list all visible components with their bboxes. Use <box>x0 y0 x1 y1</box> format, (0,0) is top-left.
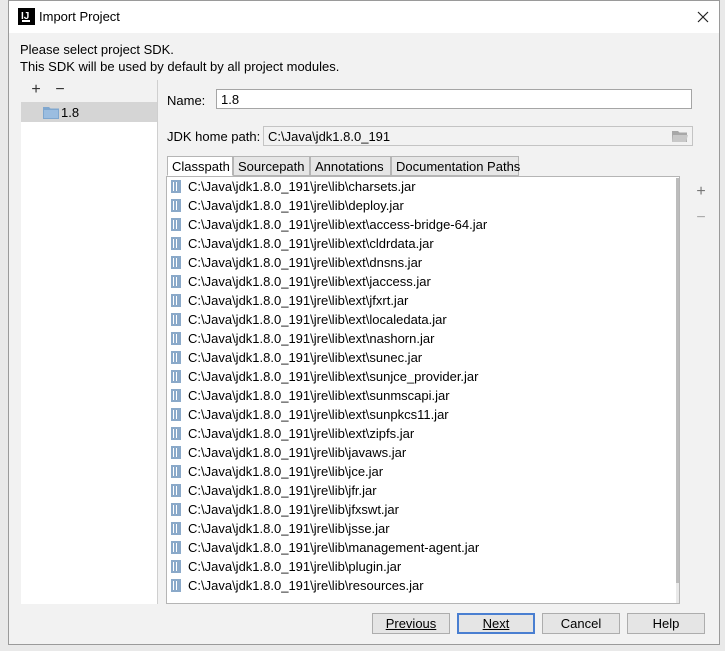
jar-icon <box>171 408 181 421</box>
remove-classpath-button[interactable]: − <box>693 210 709 226</box>
jdk-home-path-label: JDK home path: <box>167 129 261 144</box>
jar-path: C:\Java\jdk1.8.0_191\jre\lib\javaws.jar <box>188 445 407 460</box>
tab-annotations[interactable]: Annotations <box>310 156 391 176</box>
cancel-button[interactable]: Cancel <box>542 613 620 634</box>
jar-path: C:\Java\jdk1.8.0_191\jre\lib\plugin.jar <box>188 559 402 574</box>
jar-path: C:\Java\jdk1.8.0_191\jre\lib\charsets.ja… <box>188 179 416 194</box>
name-label: Name: <box>167 93 206 108</box>
jdk-home-path-value: C:\Java\jdk1.8.0_191 <box>268 129 391 144</box>
previous-button[interactable]: Previous <box>372 613 450 634</box>
jar-path: C:\Java\jdk1.8.0_191\jre\lib\deploy.jar <box>188 198 404 213</box>
tab-documentation-paths[interactable]: Documentation Paths <box>391 156 520 176</box>
jar-icon <box>171 351 181 364</box>
sdk-name-input[interactable] <box>216 89 692 109</box>
jar-path: C:\Java\jdk1.8.0_191\jre\lib\jfr.jar <box>188 483 377 498</box>
jar-icon <box>171 332 181 345</box>
sdk-item-label: 1.8 <box>61 105 80 120</box>
sdk-list-panel: + − 1.8 <box>21 80 158 604</box>
sdk-details-panel: Name: JDK home path: C:\Java\jdk1.8.0_19… <box>157 80 719 604</box>
classpath-scrollbar[interactable] <box>676 178 679 603</box>
jar-path: C:\Java\jdk1.8.0_191\jre\lib\ext\nashorn… <box>188 331 435 346</box>
jar-path: C:\Java\jdk1.8.0_191\jre\lib\ext\zipfs.j… <box>188 426 415 441</box>
instruction-line-2: This SDK will be used by default by all … <box>20 59 340 74</box>
sdk-instructions: Please select project SDK. This SDK will… <box>20 41 339 75</box>
jar-icon <box>171 522 181 535</box>
add-classpath-button[interactable]: + <box>693 184 709 200</box>
jar-icon <box>171 294 181 307</box>
jar-icon <box>171 503 181 516</box>
jar-icon <box>171 218 181 231</box>
jar-icon <box>171 275 181 288</box>
remove-sdk-button[interactable]: − <box>51 81 69 99</box>
add-sdk-button[interactable]: + <box>27 81 45 99</box>
instruction-line-1: Please select project SDK. <box>20 42 174 57</box>
help-button[interactable]: Help <box>627 613 705 634</box>
jar-icon <box>171 560 181 573</box>
jar-icon <box>171 427 181 440</box>
next-button-label: Next <box>482 616 510 631</box>
classpath-list[interactable]: C:\Java\jdk1.8.0_191\jre\lib\charsets.ja… <box>166 176 680 604</box>
jar-path: C:\Java\jdk1.8.0_191\jre\lib\ext\sunpkcs… <box>188 407 449 422</box>
previous-button-label: Previous <box>385 616 437 631</box>
jar-path: C:\Java\jdk1.8.0_191\jre\lib\jsse.jar <box>188 521 390 536</box>
jar-icon <box>171 389 181 402</box>
jar-icon <box>171 180 181 193</box>
jar-path: C:\Java\jdk1.8.0_191\jre\lib\ext\sunmsca… <box>188 388 450 403</box>
jar-icon <box>171 370 181 383</box>
jar-path: C:\Java\jdk1.8.0_191\jre\lib\jce.jar <box>188 464 384 479</box>
jar-icon <box>171 484 181 497</box>
tab-classpath[interactable]: Classpath <box>167 156 233 176</box>
sdk-item-1-8[interactable]: 1.8 <box>21 102 157 122</box>
jar-icon <box>171 446 181 459</box>
next-button[interactable]: Next <box>457 613 535 634</box>
intellij-app-icon: IJ <box>18 8 35 25</box>
close-button[interactable] <box>691 5 715 29</box>
jar-icon <box>171 313 181 326</box>
jar-icon <box>171 256 181 269</box>
jar-icon <box>171 237 181 250</box>
jar-path: C:\Java\jdk1.8.0_191\jre\lib\management-… <box>188 540 480 555</box>
scroll-thumb[interactable] <box>676 178 679 583</box>
import-project-dialog: IJ Import Project Please select project … <box>8 0 720 645</box>
jar-icon <box>171 579 181 592</box>
jar-icon <box>171 541 181 554</box>
jar-path: C:\Java\jdk1.8.0_191\jre\lib\jfxswt.jar <box>188 502 399 517</box>
jar-icon <box>171 199 181 212</box>
jar-path: C:\Java\jdk1.8.0_191\jre\lib\ext\sunjce_… <box>188 369 479 384</box>
sdk-list-toolbar: + − <box>21 80 157 102</box>
window-title: Import Project <box>39 9 120 24</box>
jar-path: C:\Java\jdk1.8.0_191\jre\lib\ext\access-… <box>188 217 488 232</box>
folder-icon <box>43 107 59 119</box>
jar-path: C:\Java\jdk1.8.0_191\jre\lib\ext\dnsns.j… <box>188 255 423 270</box>
title-bar: IJ Import Project <box>9 1 719 33</box>
jdk-home-path-field: C:\Java\jdk1.8.0_191 <box>263 126 693 146</box>
tab-sourcepath[interactable]: Sourcepath <box>233 156 310 176</box>
jar-path: C:\Java\jdk1.8.0_191\jre\lib\ext\localed… <box>188 312 447 327</box>
jar-path: C:\Java\jdk1.8.0_191\jre\lib\ext\jfxrt.j… <box>188 293 409 308</box>
jar-path: C:\Java\jdk1.8.0_191\jre\lib\ext\cldrdat… <box>188 236 434 251</box>
jar-path: C:\Java\jdk1.8.0_191\jre\lib\ext\sunec.j… <box>188 350 423 365</box>
jar-path: C:\Java\jdk1.8.0_191\jre\lib\resources.j… <box>188 578 424 593</box>
jar-path: C:\Java\jdk1.8.0_191\jre\lib\ext\jaccess… <box>188 274 431 289</box>
jar-icon <box>171 465 181 478</box>
browse-folder-icon[interactable] <box>672 129 688 143</box>
close-icon <box>697 11 709 23</box>
